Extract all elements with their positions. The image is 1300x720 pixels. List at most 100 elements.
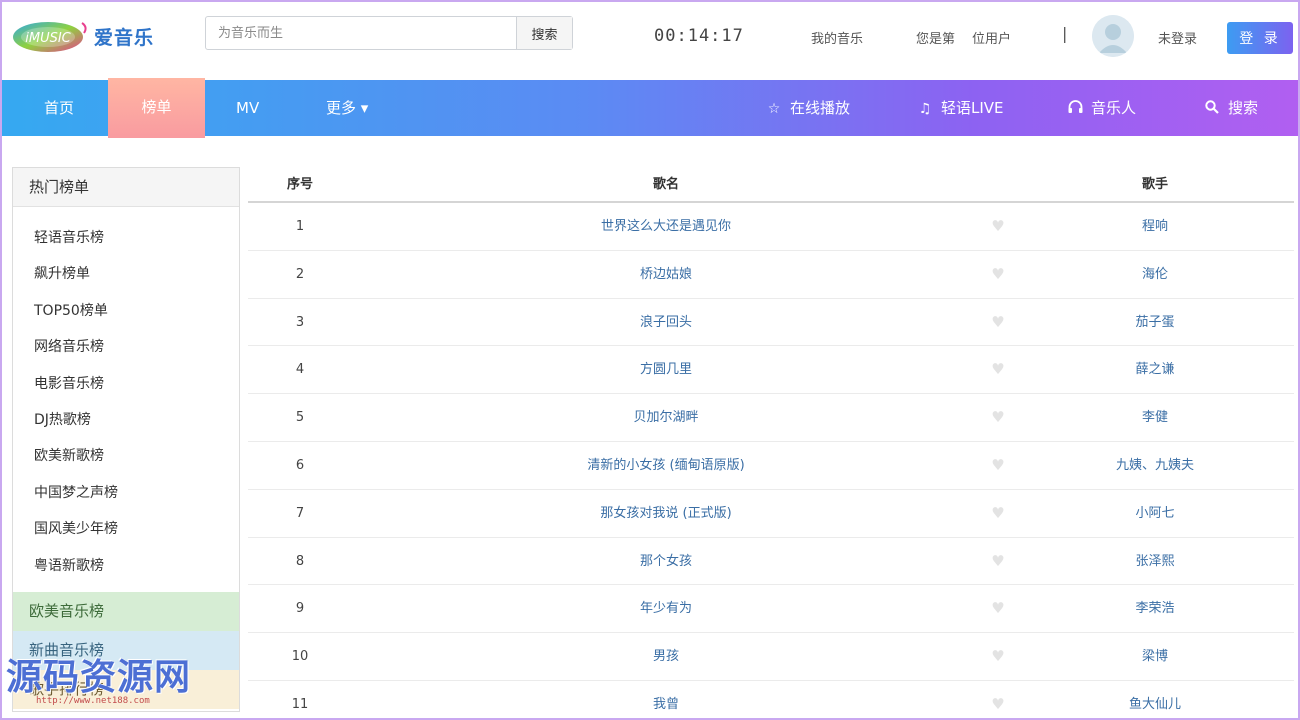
nav-mv[interactable]: MV [236,80,259,136]
sidebar-item[interactable]: 中国梦之声榜 [13,475,239,511]
search-input[interactable] [206,17,516,49]
user-count-prefix: 您是第 [916,32,956,47]
user-avatar-icon [1092,15,1134,57]
song-link[interactable]: 清新的小女孩 (缅甸语原版) [352,442,980,489]
avatar[interactable] [1092,15,1134,57]
heart-icon[interactable]: ♥ [980,299,1016,346]
table-row[interactable]: 2 桥边姑娘 ♥ 海伦 [248,251,1294,299]
song-link[interactable]: 那个女孩 [352,538,980,585]
song-link[interactable]: 男孩 [352,633,980,680]
table-row[interactable]: 3 浪子回头 ♥ 茄子蛋 [248,299,1294,347]
song-link[interactable]: 浪子回头 [352,299,980,346]
logo-text: 爱音乐 [94,26,155,49]
table-row[interactable]: 6 清新的小女孩 (缅甸语原版) ♥ 九姨、九姨夫 [248,442,1294,490]
table-row[interactable]: 10 男孩 ♥ 梁博 [248,633,1294,681]
heart-icon[interactable]: ♥ [980,633,1016,680]
artist-link[interactable]: 薛之谦 [1016,346,1294,393]
top-header: iMUSIC 爱音乐 搜索 00:14:17 我的音乐 您是第 位用户 | 未登… [0,0,1300,80]
artist-link[interactable]: 李荣浩 [1016,585,1294,632]
artist-link[interactable]: 梁博 [1016,633,1294,680]
table-row[interactable]: 1 世界这么大还是遇见你 ♥ 程响 [248,203,1294,251]
artist-link[interactable]: 李健 [1016,394,1294,441]
music-note-icon: ♫ [918,101,932,117]
artist-link[interactable]: 茄子蛋 [1016,299,1294,346]
nav-more[interactable]: 更多 ▾ [326,80,368,136]
row-num: 3 [295,314,305,330]
heart-icon[interactable]: ♥ [980,394,1016,441]
watermark-title: 源码资源网 [6,657,192,698]
artist-link[interactable]: 张泽熙 [1016,538,1294,585]
sidebar-item[interactable]: 粤语新歌榜 [13,548,239,584]
sidebar-item[interactable]: 轻语音乐榜 [13,220,239,256]
nav-search-label: 搜索 [1228,99,1259,117]
heart-icon[interactable]: ♥ [980,442,1016,489]
heart-icon[interactable]: ♥ [980,251,1016,298]
nav-charts[interactable]: 榜单 [108,78,205,138]
search-icon [1204,81,1220,137]
song-link[interactable]: 桥边姑娘 [352,251,980,298]
chart-sidebar: 热门榜单 轻语音乐榜 飙升榜单 TOP50榜单 网络音乐榜 电影音乐榜 DJ热歌… [12,167,240,712]
site-logo[interactable]: iMUSIC 爱音乐 [12,16,182,56]
table-row[interactable]: 8 那个女孩 ♥ 张泽熙 [248,538,1294,586]
sidebar-item[interactable]: DJ热歌榜 [13,402,239,438]
heart-icon[interactable]: ♥ [980,490,1016,537]
heart-icon[interactable]: ♥ [980,346,1016,393]
search-button[interactable]: 搜索 [516,17,572,49]
nav-live-label: 轻语LIVE [941,99,1004,117]
my-music-link[interactable]: 我的音乐 [811,28,863,47]
nav-search[interactable]: 搜索 [1204,80,1258,136]
sidebar-item[interactable]: 网络音乐榜 [13,329,239,365]
row-num: 2 [295,266,305,282]
main-nav: 首页 榜单 MV 更多 ▾ ☆ 在线播放 ♫ 轻语LIVE 音乐人 搜索 [0,78,1300,138]
table-header: 序号 歌名 歌手 [248,167,1294,203]
nav-musicians-label: 音乐人 [1091,99,1137,117]
heart-icon[interactable]: ♥ [980,681,1016,720]
heart-icon[interactable]: ♥ [980,538,1016,585]
login-button[interactable]: 登 录 [1227,22,1293,54]
row-num: 11 [291,696,309,712]
artist-link[interactable]: 鱼大仙儿 [1016,681,1294,720]
table-row[interactable]: 4 方圆几里 ♥ 薛之谦 [248,346,1294,395]
header-num: 序号 [286,177,313,192]
song-link[interactable]: 世界这么大还是遇见你 [352,203,980,250]
song-link[interactable]: 方圆几里 [352,346,980,393]
sidebar-list: 轻语音乐榜 飙升榜单 TOP50榜单 网络音乐榜 电影音乐榜 DJ热歌榜 欧美新… [13,207,239,584]
header-search: 搜索 [205,16,573,50]
watermark: 源码资源网 http://www.net188.com [6,648,216,714]
login-status: 未登录 [1158,32,1198,47]
sidebar-item[interactable]: 飙升榜单 [13,256,239,292]
artist-link[interactable]: 小阿七 [1016,490,1294,537]
heart-icon[interactable]: ♥ [980,585,1016,632]
sidebar-item[interactable]: 国风美少年榜 [13,511,239,547]
sidebar-item[interactable]: 欧美新歌榜 [13,438,239,474]
sidebar-item[interactable]: 电影音乐榜 [13,366,239,402]
song-link[interactable]: 那女孩对我说 (正式版) [352,490,980,537]
row-num: 5 [295,410,305,426]
row-num: 7 [295,505,305,521]
row-num: 9 [295,601,305,617]
heart-icon[interactable]: ♥ [980,203,1016,250]
nav-live[interactable]: ♫ 轻语LIVE [917,80,1004,136]
artist-link[interactable]: 程响 [1016,203,1294,250]
nav-musicians[interactable]: 音乐人 [1067,80,1136,136]
table-row[interactable]: 7 那女孩对我说 (正式版) ♥ 小阿七 [248,490,1294,538]
nav-home[interactable]: 首页 [44,80,74,136]
nav-online-play[interactable]: ☆ 在线播放 [766,80,850,136]
song-link[interactable]: 年少有为 [352,585,980,632]
artist-link[interactable]: 海伦 [1016,251,1294,298]
table-row[interactable]: 11 我曾 ♥ 鱼大仙儿 [248,681,1294,720]
header-heart-spacer [980,167,1016,201]
artist-link[interactable]: 九姨、九姨夫 [1016,442,1294,489]
song-link[interactable]: 我曾 [352,681,980,720]
sidebar-title: 热门榜单 [13,168,239,207]
row-num: 8 [295,553,305,569]
header-artist: 歌手 [1141,177,1168,192]
user-count-suffix: 位用户 [972,32,1012,47]
table-row[interactable]: 9 年少有为 ♥ 李荣浩 [248,585,1294,634]
table-row[interactable]: 5 贝加尔湖畔 ♥ 李健 [248,394,1294,442]
header-song: 歌名 [652,177,679,192]
sidebar-block-western[interactable]: 欧美音乐榜 [13,592,239,631]
headphones-icon [1067,81,1083,137]
sidebar-item[interactable]: TOP50榜单 [13,293,239,329]
song-link[interactable]: 贝加尔湖畔 [352,394,980,441]
